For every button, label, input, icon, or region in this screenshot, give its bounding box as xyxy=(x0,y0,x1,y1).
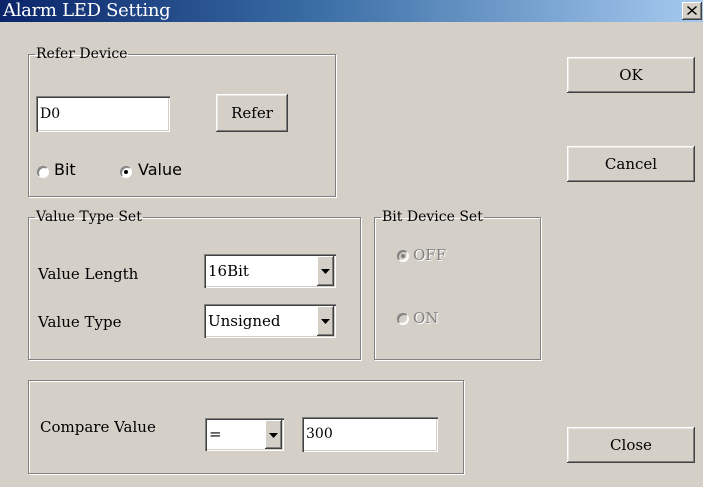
compare-operator-selected: = xyxy=(209,425,222,443)
value-radio-label: Value xyxy=(138,160,182,179)
value-type-dropdown-button[interactable] xyxy=(317,306,334,336)
title-bar[interactable]: Alarm LED Setting xyxy=(0,0,703,22)
value-type-set-legend: Value Type Set xyxy=(36,209,142,225)
bit-radio-label: Bit xyxy=(54,160,76,179)
chevron-down-icon xyxy=(321,269,330,274)
device-input[interactable]: D0 xyxy=(36,96,170,132)
bit-device-set-group: Bit Device Set xyxy=(374,210,541,360)
window-title: Alarm LED Setting xyxy=(3,0,171,21)
off-radio-label: OFF xyxy=(413,246,447,264)
on-radio-label: ON xyxy=(413,309,439,327)
cancel-button[interactable]: Cancel xyxy=(567,146,695,182)
alarm-led-setting-dialog: Alarm LED Setting Refer Device D0 Refer … xyxy=(0,0,703,487)
chevron-down-icon xyxy=(321,319,330,324)
on-radio[interactable] xyxy=(397,313,409,325)
value-radio[interactable] xyxy=(120,166,132,178)
close-button[interactable]: Close xyxy=(567,427,695,463)
radio-selected-dot xyxy=(401,254,405,258)
off-radio[interactable] xyxy=(397,250,409,262)
value-type-label: Value Type xyxy=(38,313,122,331)
refer-device-legend: Refer Device xyxy=(36,46,128,62)
value-length-label: Value Length xyxy=(38,265,139,283)
close-window-button[interactable] xyxy=(682,2,702,20)
bit-device-set-legend: Bit Device Set xyxy=(382,209,483,225)
ok-button[interactable]: OK xyxy=(567,57,695,93)
value-type-selected: Unsigned xyxy=(208,312,281,330)
refer-button[interactable]: Refer xyxy=(216,94,288,132)
bit-radio[interactable] xyxy=(37,166,49,178)
compare-value-input[interactable]: 300 xyxy=(302,417,438,452)
chevron-down-icon xyxy=(269,432,278,438)
compare-operator-dropdown-button[interactable] xyxy=(265,420,282,449)
compare-operator-select[interactable]: = xyxy=(205,418,284,451)
value-length-select[interactable]: 16Bit xyxy=(204,254,336,288)
close-icon xyxy=(687,6,697,15)
radio-selected-dot xyxy=(124,170,128,174)
compare-value-label: Compare Value xyxy=(40,418,156,436)
value-length-selected: 16Bit xyxy=(208,262,249,280)
value-length-dropdown-button[interactable] xyxy=(317,256,334,286)
value-type-select[interactable]: Unsigned xyxy=(204,304,336,338)
